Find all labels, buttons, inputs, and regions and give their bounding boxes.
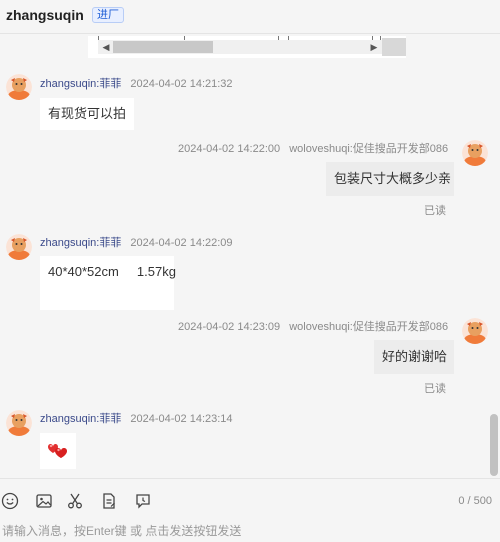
composer-toolbar: 0 / 500 xyxy=(0,478,500,524)
message-time: 2024-04-02 14:21:32 xyxy=(130,78,233,90)
message-sender[interactable]: zhangsuqin:菲菲 xyxy=(40,78,121,90)
scroll-right-arrow-icon[interactable]: ▶ xyxy=(368,41,380,53)
message-sender[interactable]: woloveshuqi:促佳搜品开发部086 xyxy=(289,143,448,155)
message-time: 2024-04-02 14:23:09 xyxy=(178,321,281,333)
document-icon[interactable] xyxy=(99,491,119,511)
message-sender[interactable]: woloveshuqi:促佳搜品开发部086 xyxy=(289,321,448,333)
emoji-icon[interactable] xyxy=(0,491,20,511)
message-bubble: 有现货可以拍 xyxy=(40,98,135,130)
history-icon[interactable] xyxy=(133,491,153,511)
message-time: 2024-04-02 14:22:00 xyxy=(178,143,281,155)
avatar[interactable] xyxy=(6,410,32,436)
image-icon[interactable] xyxy=(34,491,54,511)
scrollbar-corner xyxy=(382,38,406,56)
message-meta: zhangsuqin:菲菲 2024-04-02 14:21:32 xyxy=(40,75,233,91)
message-bubble: 40*40*52cm 1.57kg xyxy=(40,256,176,310)
read-status: 已读 xyxy=(424,205,446,217)
chat-header: zhangsuqin 进厂 xyxy=(0,0,500,34)
chat-title: zhangsuqin xyxy=(6,7,84,23)
message-time: 2024-04-02 14:23:14 xyxy=(130,413,233,425)
red-hearts-sticker-icon xyxy=(48,444,67,458)
message-input[interactable] xyxy=(0,520,500,542)
message-bubble: 好的谢谢哈 xyxy=(374,340,454,374)
avatar[interactable] xyxy=(462,318,488,344)
avatar[interactable] xyxy=(462,140,488,166)
scroll-left-arrow-icon[interactable]: ◀ xyxy=(100,41,112,53)
message-meta: 2024-04-02 14:23:09 woloveshuqi:促佳搜品开发部0… xyxy=(178,318,448,334)
horizontal-scrollbar-thumb[interactable] xyxy=(113,41,213,53)
avatar[interactable] xyxy=(6,74,32,100)
embedded-preview: ◀ ▶ xyxy=(88,36,406,58)
avatar[interactable] xyxy=(6,234,32,260)
message-bubble xyxy=(40,433,76,469)
message-meta: zhangsuqin:菲菲 2024-04-02 14:23:14 xyxy=(40,410,233,426)
message-meta: 2024-04-02 14:22:00 woloveshuqi:促佳搜品开发部0… xyxy=(178,140,448,156)
message-bubble: 包装尺寸大概多少亲 xyxy=(326,162,454,196)
message-time: 2024-04-02 14:22:09 xyxy=(130,237,233,249)
message-sender[interactable]: zhangsuqin:菲菲 xyxy=(40,413,121,425)
read-status: 已读 xyxy=(424,383,446,395)
char-counter: 0 / 500 xyxy=(458,495,492,507)
status-badge[interactable]: 进厂 xyxy=(92,7,124,23)
message-sender[interactable]: zhangsuqin:菲菲 xyxy=(40,237,121,249)
vertical-scrollbar-thumb[interactable] xyxy=(490,414,498,476)
message-meta: zhangsuqin:菲菲 2024-04-02 14:22:09 xyxy=(40,234,233,250)
scissors-icon[interactable] xyxy=(65,491,85,511)
